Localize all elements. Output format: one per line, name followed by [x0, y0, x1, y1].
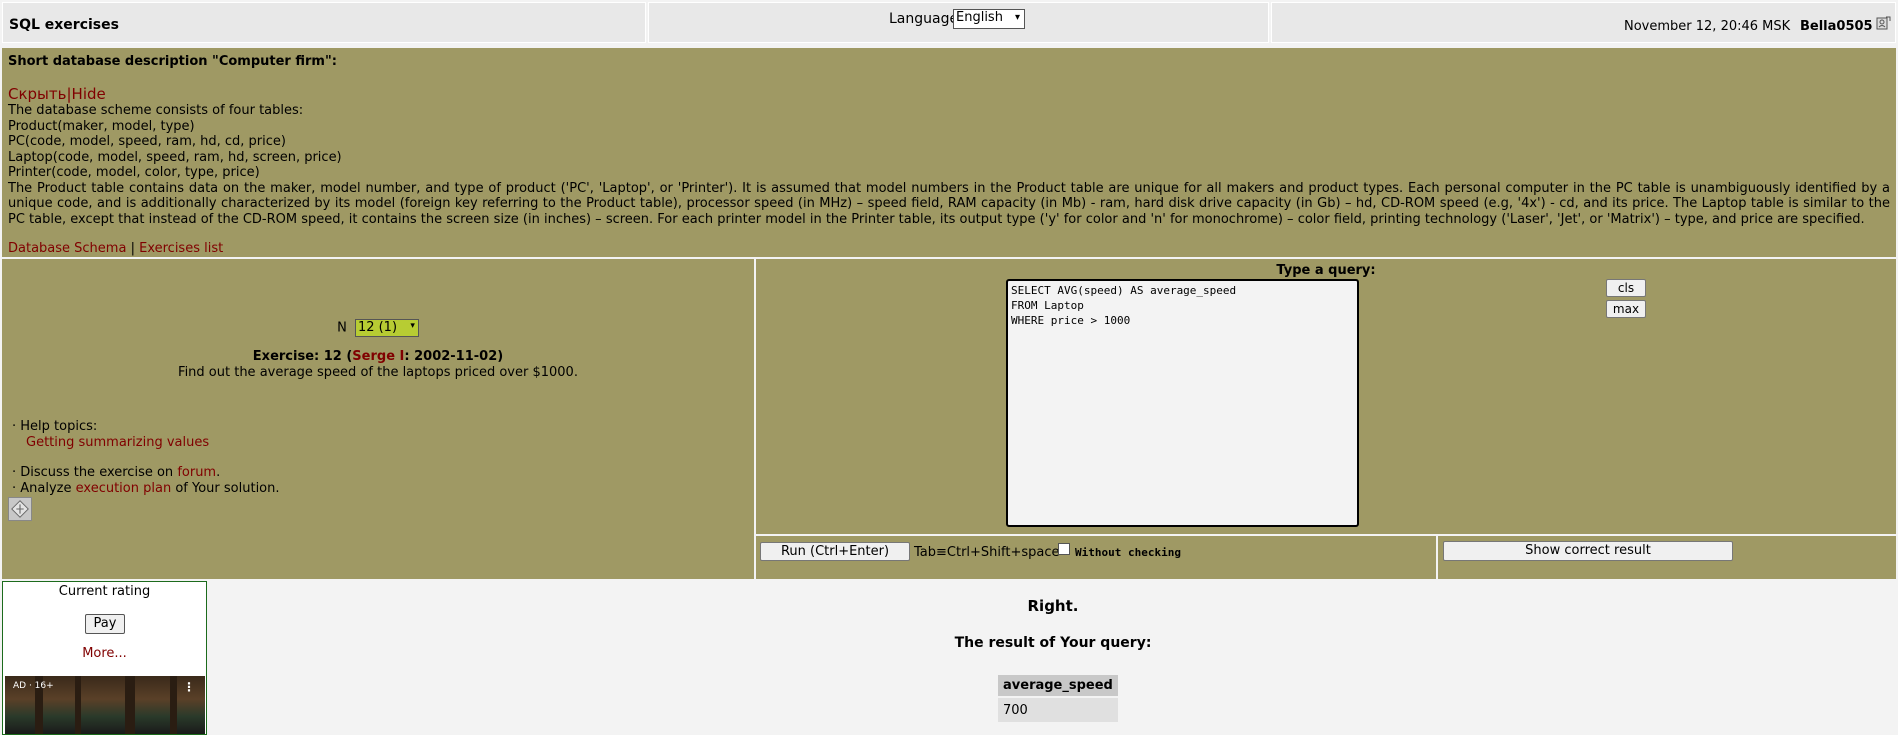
analyze-suffix: of Your solution. — [175, 481, 280, 496]
query-label: Type a query: — [1276, 263, 1376, 278]
analyze-prefix: · Analyze — [12, 481, 72, 496]
tree-trunk — [170, 676, 177, 734]
language-select[interactable]: English ▾ — [953, 9, 1025, 29]
discuss-line: · Discuss the exercise on forum. — [12, 465, 220, 480]
chevron-down-icon: ▾ — [410, 321, 415, 331]
analyze-line: · Analyze execution plan of Your solutio… — [12, 481, 280, 496]
exercise-number-select[interactable]: 12 (1) ▾ — [354, 319, 419, 337]
column-header: average_speed — [998, 675, 1118, 696]
execution-plan-link[interactable]: execution plan — [76, 481, 172, 496]
without-checking-label: Without checking — [1075, 546, 1181, 559]
result-title: The result of Your query: — [954, 635, 1152, 651]
top-cell-user: November 12, 20:46 MSK Bella0505 — [1271, 2, 1896, 43]
execution-plan-icon[interactable] — [8, 497, 32, 521]
table-laptop: Laptop(code, model, speed, ram, hd, scre… — [8, 149, 342, 165]
exercise-title-suffix: : 2002-11-02) — [404, 349, 504, 364]
user-settings-icon[interactable] — [1875, 15, 1891, 31]
exercises-list-link[interactable]: Exercises list — [139, 241, 223, 256]
pay-button[interactable]: Pay — [85, 614, 125, 634]
database-schema-link[interactable]: Database Schema — [8, 241, 126, 256]
exercise-title-prefix: Exercise: 12 ( — [252, 349, 353, 364]
exercise-title: Exercise: 12 (Serge I: 2002-11-02) — [2, 349, 754, 364]
description-paragraph: The Product table contains data on the m… — [8, 180, 1890, 227]
help-topic-link[interactable]: Getting summarizing values — [26, 435, 209, 451]
exercise-number-value: 12 (1) — [357, 320, 398, 335]
more-vertical-icon[interactable]: ⋮ — [183, 680, 195, 694]
rating-panel: Current rating Pay More... AD · 16+ ⋮ — [2, 581, 207, 735]
exercise-author-link[interactable]: Serge I — [352, 349, 404, 364]
tab-hint: Tab≡Ctrl+Shift+space — [914, 545, 1060, 560]
exercise-number-label: N — [337, 320, 347, 336]
top-cell-language: Language English ▾ — [648, 2, 1269, 43]
app-title: SQL exercises — [9, 17, 119, 33]
clear-button[interactable]: cls — [1606, 279, 1646, 297]
forum-link[interactable]: forum — [177, 465, 216, 480]
result-status: Right. — [1027, 597, 1079, 615]
exercise-text: Find out the average speed of the laptop… — [178, 365, 578, 380]
description-links: Database Schema | Exercises list — [8, 241, 1890, 256]
exercise-panel: N 12 (1) ▾ Exercise: 12 (Serge I: 2002-1… — [2, 259, 754, 579]
table-product: Product(maker, model, type) — [8, 118, 195, 134]
query-textarea[interactable]: SELECT AVG(speed) AS average_speed FROM … — [1006, 279, 1359, 527]
without-checking-checkbox[interactable] — [1058, 543, 1070, 555]
hide-toggle-ru[interactable]: Скрыть — [8, 85, 66, 103]
run-bar: Run (Ctrl+Enter) Tab≡Ctrl+Shift+space Wi… — [756, 536, 1436, 579]
show-result-bar: Show correct result — [1438, 536, 1896, 579]
result-area: Right. The result of Your query: average… — [210, 581, 1896, 735]
language-select-value: English — [956, 10, 1003, 25]
username[interactable]: Bella0505 — [1800, 19, 1873, 34]
hide-toggle[interactable]: Скрыть|Hide — [8, 85, 1890, 103]
table-cell: 700 — [998, 698, 1118, 722]
language-label: Language — [889, 11, 959, 27]
table-row: 700 — [998, 698, 1118, 722]
datetime: November 12, 20:46 MSK — [1624, 19, 1791, 34]
description-title: Short database description "Computer fir… — [8, 54, 337, 69]
scheme-intro: The database scheme consists of four tab… — [8, 103, 304, 118]
discuss-prefix: · Discuss the exercise on — [12, 465, 174, 480]
hide-toggle-en[interactable]: Hide — [72, 85, 106, 103]
run-button[interactable]: Run (Ctrl+Enter) — [760, 542, 910, 561]
table-printer: Printer(code, model, color, type, price) — [8, 165, 260, 180]
maximize-button[interactable]: max — [1606, 300, 1646, 318]
database-description-panel: Short database description "Computer fir… — [2, 48, 1896, 257]
table-header-row: average_speed — [998, 675, 1118, 696]
ad-label: AD · 16+ — [13, 681, 54, 691]
help-topics: · Help topics: Getting summarizing value… — [12, 419, 209, 451]
exercise-number-row: N 12 (1) ▾ — [2, 319, 754, 337]
more-link[interactable]: More... — [3, 646, 206, 661]
show-correct-result-button[interactable]: Show correct result — [1443, 541, 1733, 561]
tree-trunk — [125, 676, 135, 734]
chevron-down-icon: ▾ — [1014, 12, 1020, 23]
result-table: average_speed 700 — [996, 673, 1120, 724]
discuss-suffix: . — [216, 465, 221, 480]
table-pc: PC(code, model, speed, ram, hd, cd, pric… — [8, 134, 286, 149]
query-panel: Type a query: SELECT AVG(speed) AS avera… — [756, 259, 1896, 534]
top-bar: SQL exercises Language English ▾ Novembe… — [0, 0, 1898, 46]
rating-title: Current rating — [58, 584, 151, 599]
links-separator: | — [130, 241, 135, 256]
ad-image[interactable]: AD · 16+ ⋮ — [5, 676, 205, 734]
help-topics-label: · Help topics: — [12, 419, 98, 434]
tree-trunk — [75, 676, 81, 734]
top-cell-title: SQL exercises — [2, 2, 646, 43]
